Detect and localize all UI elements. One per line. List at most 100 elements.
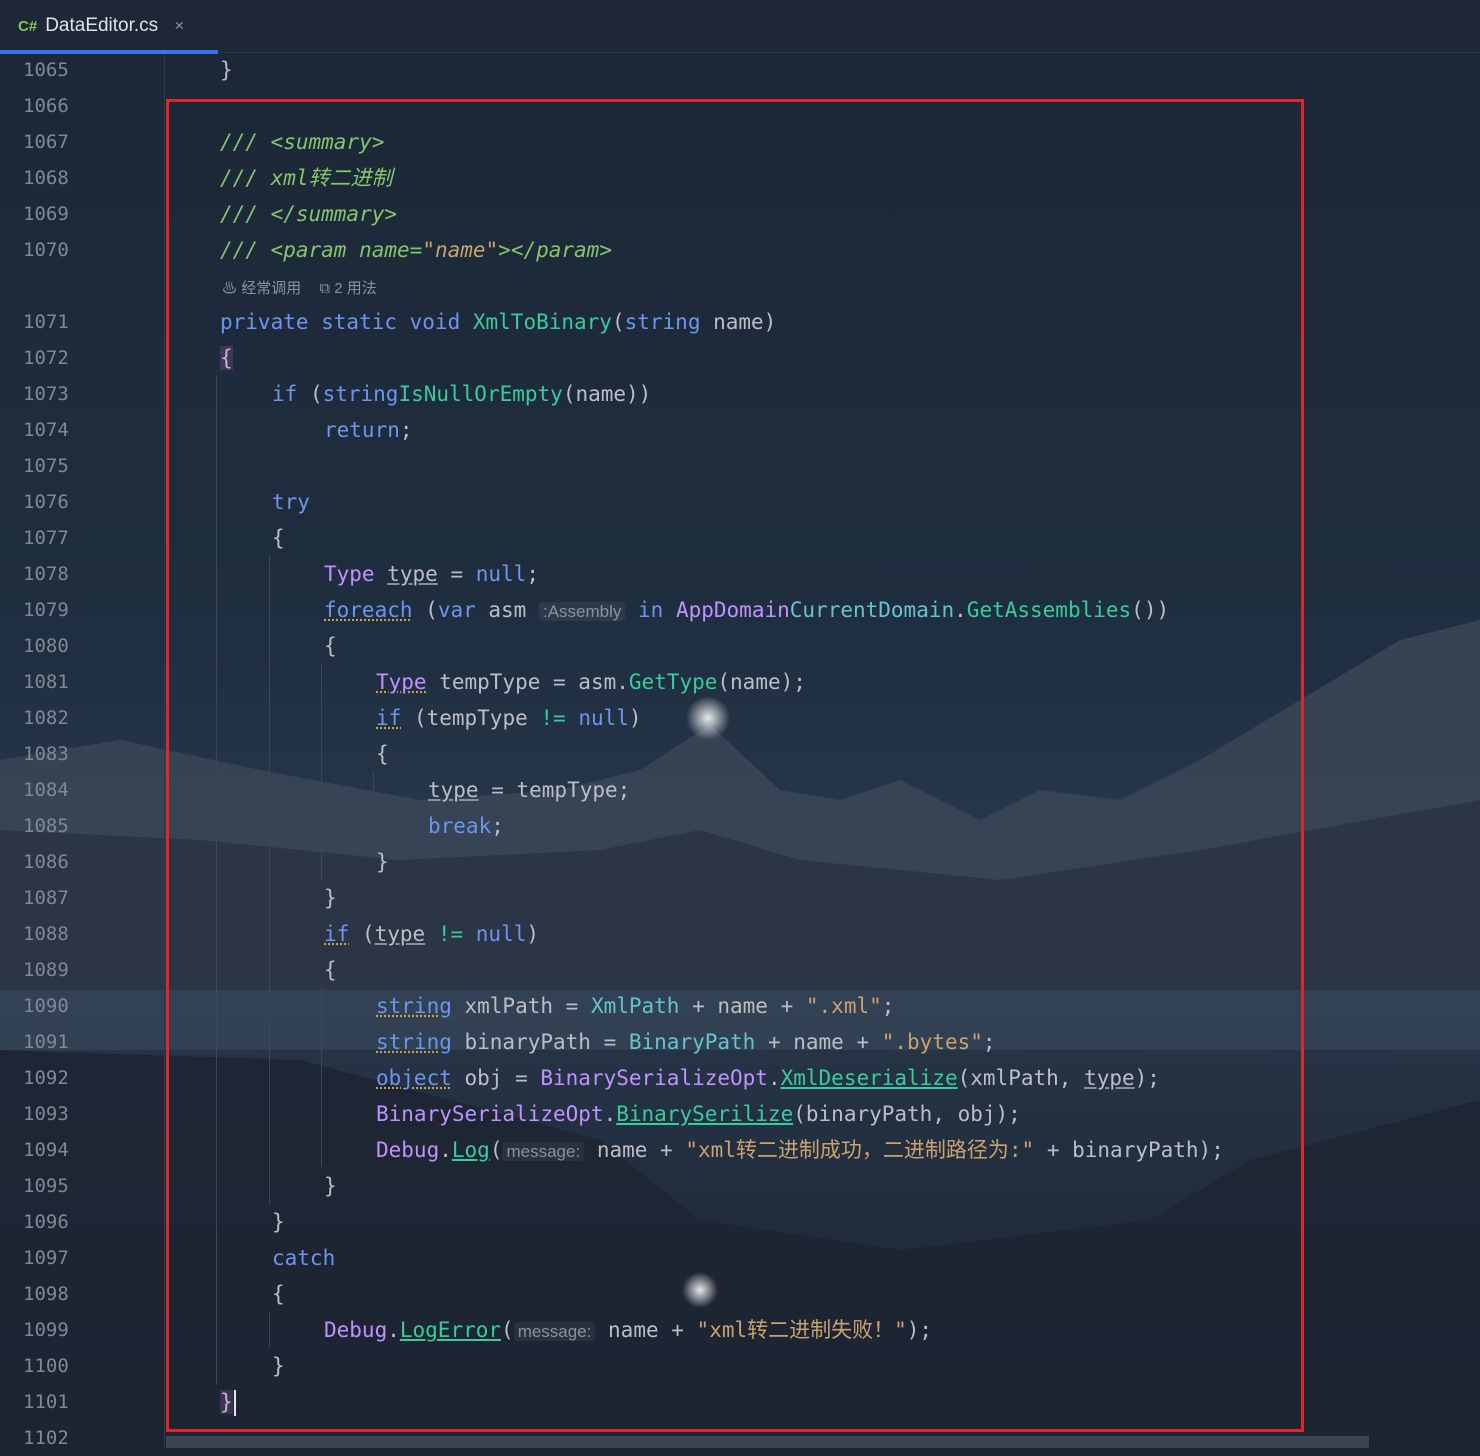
code-text: }	[272, 1210, 285, 1234]
line-number: 1101	[23, 1391, 69, 1413]
code-line[interactable]: 1071 private static void XmlToBinary(str…	[0, 304, 1480, 340]
line-number: 1093	[23, 1103, 69, 1125]
code-text: }	[272, 1354, 285, 1378]
code-line[interactable]: 1093 BinarySerializeOpt.BinarySerilize(b…	[0, 1096, 1480, 1132]
line-number: 1079	[23, 599, 69, 621]
line-number: 1091	[23, 1031, 69, 1053]
code-line[interactable]: 1073 if (stringIsNullOrEmpty(name))	[0, 376, 1480, 412]
line-number: 1095	[23, 1175, 69, 1197]
line-number: 1085	[23, 815, 69, 837]
code-line[interactable]: 1091 string binaryPath = BinaryPath + na…	[0, 1024, 1480, 1060]
code-line[interactable]: 1080 {	[0, 628, 1480, 664]
line-number: 1081	[23, 671, 69, 693]
code-text: {	[220, 346, 233, 370]
code-text: break;	[428, 814, 504, 838]
line-number: 1089	[23, 959, 69, 981]
line-number: 1090	[23, 995, 69, 1017]
code-text: type = tempType;	[428, 778, 631, 802]
code-text: Debug.Log(message: name + "xml转二进制成功，二进制…	[376, 1138, 1224, 1162]
tab-title: DataEditor.cs	[45, 15, 159, 36]
code-line[interactable]: 1096 }	[0, 1204, 1480, 1240]
code-text: }	[324, 886, 337, 910]
line-number: 1073	[23, 383, 69, 405]
line-number: 1092	[23, 1067, 69, 1089]
line-number: 1083	[23, 743, 69, 765]
code-line[interactable]: 1078 Type type = null;	[0, 556, 1480, 592]
line-number: 1098	[23, 1283, 69, 1305]
code-line[interactable]: 1077 {	[0, 520, 1480, 556]
code-text: {	[376, 742, 389, 766]
code-line[interactable]: 1101 }	[0, 1384, 1480, 1420]
line-number: 1097	[23, 1247, 69, 1269]
horizontal-scrollbar[interactable]	[166, 1436, 1369, 1448]
code-line[interactable]: 1079 foreach (var asm :Assembly in AppDo…	[0, 592, 1480, 628]
code-line[interactable]: 1089 {	[0, 952, 1480, 988]
code-line[interactable]: 1075	[0, 448, 1480, 484]
code-line[interactable]: 1097 catch	[0, 1240, 1480, 1276]
code-text: Debug.LogError(message: name + "xml转二进制失…	[324, 1318, 933, 1342]
line-number: 1076	[23, 491, 69, 513]
usage-count[interactable]: 2 用法	[334, 280, 377, 297]
code-line[interactable]: 1068 /// xml转二进制	[0, 160, 1480, 196]
code-text: private static void XmlToBinary(string n…	[220, 310, 777, 334]
code-line[interactable]: 1065 }	[0, 52, 1480, 88]
line-number: 1100	[23, 1355, 69, 1377]
code-line[interactable]: 1086 }	[0, 844, 1480, 880]
doc-comment: /// <param name="name"></param>	[220, 238, 612, 262]
code-line[interactable]: 1095 }	[0, 1168, 1480, 1204]
code-text: string xmlPath = XmlPath + name + ".xml"…	[376, 994, 895, 1018]
code-text: {	[324, 634, 337, 658]
doc-comment: /// xml转二进制	[220, 166, 393, 190]
code-text: Type type = null;	[324, 562, 539, 586]
code-text: foreach (var asm :Assembly in AppDomainC…	[324, 598, 1170, 622]
code-lens[interactable]: ♨ 经常调用 ⧉ 2 用法	[222, 277, 377, 298]
code-text: }	[376, 850, 389, 874]
code-line[interactable]: 1067 /// <summary>	[0, 124, 1480, 160]
code-text: object obj = BinarySerializeOpt.XmlDeser…	[376, 1066, 1160, 1090]
line-number: 1065	[23, 59, 69, 81]
line-number: 1084	[23, 779, 69, 801]
code-line[interactable]: 1098 {	[0, 1276, 1480, 1312]
code-line[interactable]: 1094 Debug.Log(message: name + "xml转二进制成…	[0, 1132, 1480, 1168]
code-line[interactable]: 1087 }	[0, 880, 1480, 916]
usages-icon: ⧉	[319, 280, 331, 297]
parameter-hint: message:	[502, 1142, 585, 1161]
code-line[interactable]: 1069 /// </summary>	[0, 196, 1480, 232]
type-hint: :Assembly	[538, 602, 626, 621]
code-text: if (stringIsNullOrEmpty(name))	[272, 382, 652, 406]
code-line[interactable]: 1083 {	[0, 736, 1480, 772]
line-number: 1087	[23, 887, 69, 909]
code-text: if (tempType != null)	[376, 706, 642, 730]
code-line[interactable]: 1081 Type tempType = asm.GetType(name);	[0, 664, 1480, 700]
parameter-hint: message:	[513, 1322, 596, 1341]
code-line[interactable]: 1088 if (type != null)	[0, 916, 1480, 952]
line-number: 1066	[23, 95, 69, 117]
code-line[interactable]: 1072 {	[0, 340, 1480, 376]
code-text: }	[220, 1390, 236, 1416]
doc-comment: /// </summary>	[220, 202, 398, 226]
line-number: 1086	[23, 851, 69, 873]
close-icon[interactable]: ×	[174, 16, 184, 36]
code-line[interactable]: 1090 string xmlPath = XmlPath + name + "…	[0, 988, 1480, 1024]
usage-frequency: 经常调用	[241, 280, 302, 297]
code-line[interactable]: 1082 if (tempType != null)	[0, 700, 1480, 736]
csharp-file-icon: C#	[18, 17, 38, 35]
line-number: 1088	[23, 923, 69, 945]
code-line[interactable]: 1074 return;	[0, 412, 1480, 448]
code-line[interactable]: 1070 /// <param name="name"></param>	[0, 232, 1480, 268]
code-line[interactable]: 1100 }	[0, 1348, 1480, 1384]
tab-dataeditor-cs[interactable]: C# DataEditor.cs ×	[0, 0, 218, 54]
code-line[interactable]: 1099 Debug.LogError(message: name + "xml…	[0, 1312, 1480, 1348]
editor-tab-bar: C# DataEditor.cs ×	[0, 0, 1480, 54]
code-text: try	[272, 490, 310, 514]
code-line[interactable]: 1092 object obj = BinarySerializeOpt.Xml…	[0, 1060, 1480, 1096]
code-line[interactable]: 1066	[0, 88, 1480, 124]
code-text: catch	[272, 1246, 336, 1270]
code-line[interactable]: 1084 type = tempType;	[0, 772, 1480, 808]
code-line[interactable]: 1076 try	[0, 484, 1480, 520]
line-number: 1074	[23, 419, 69, 441]
text-caret	[233, 1390, 236, 1416]
code-line[interactable]: 1085 break;	[0, 808, 1480, 844]
line-number: 1102	[23, 1427, 69, 1449]
code-text: }	[220, 58, 233, 82]
